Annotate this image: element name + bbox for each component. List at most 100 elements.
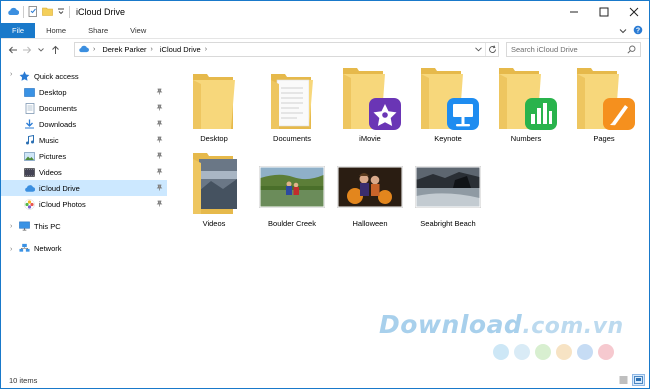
- ribbon-tabs: File Home Share View ?: [1, 23, 649, 39]
- watermark-logo: Download.com.vn: [379, 310, 624, 339]
- folder-pages[interactable]: Pages: [565, 66, 643, 144]
- tab-home[interactable]: Home: [35, 23, 77, 38]
- watermark-brand: Download: [379, 310, 523, 339]
- pin-icon[interactable]: [156, 168, 163, 177]
- file-halloween[interactable]: Halloween: [331, 151, 409, 229]
- pin-icon[interactable]: [156, 200, 163, 209]
- tile-label: Numbers: [510, 134, 542, 143]
- nav-item-music[interactable]: Music: [1, 132, 167, 148]
- folder-keynote[interactable]: Keynote: [409, 66, 487, 144]
- recent-locations-button[interactable]: [34, 41, 48, 59]
- nav-item-label: iCloud Drive: [39, 183, 80, 193]
- watermark-dot: [535, 344, 551, 360]
- desktop-icon: [24, 87, 35, 97]
- view-toggle: [617, 374, 645, 386]
- search-input[interactable]: Search iCloud Drive: [506, 42, 641, 57]
- search-placeholder: Search iCloud Drive: [511, 45, 578, 54]
- nav-item-documents[interactable]: Documents: [1, 100, 167, 116]
- pin-icon[interactable]: [156, 184, 163, 193]
- nav-network[interactable]: Network: [1, 240, 167, 256]
- music-icon: [24, 135, 35, 145]
- address-dropdown-button[interactable]: [472, 43, 484, 56]
- pin-icon[interactable]: [156, 104, 163, 113]
- videos-icon: [24, 167, 35, 177]
- watermark-dot: [556, 344, 572, 360]
- icloud-drive-icon: [78, 45, 89, 55]
- pin-icon[interactable]: [156, 136, 163, 145]
- window-controls: [559, 1, 649, 23]
- tile-label: Halloween: [352, 219, 388, 228]
- nav-item-videos[interactable]: Videos: [1, 164, 167, 180]
- minimize-button[interactable]: [559, 1, 589, 23]
- tile-label: Desktop: [200, 134, 228, 143]
- tile-label: iMovie: [359, 134, 381, 143]
- tile-label: Videos: [202, 219, 226, 228]
- folder-videos[interactable]: Videos: [175, 151, 253, 229]
- folder-imovie[interactable]: iMovie: [331, 66, 409, 144]
- tab-file[interactable]: File: [1, 23, 36, 38]
- quick-access-toolbar: [7, 1, 70, 23]
- nav-item-icloud-photos[interactable]: iCloud Photos: [1, 196, 167, 212]
- nav-item-label: Videos: [39, 167, 62, 177]
- nav-item-label: Network: [34, 243, 62, 253]
- folder-desktop[interactable]: Desktop: [175, 66, 253, 144]
- watermark-dot: [493, 344, 509, 360]
- nav-item-label: iCloud Photos: [39, 199, 86, 209]
- folder-numbers[interactable]: Numbers: [487, 66, 565, 144]
- breadcrumb-separator: ›: [93, 46, 96, 53]
- icloud-drive-icon: [7, 7, 20, 18]
- nav-item-label: Pictures: [39, 151, 67, 161]
- file-boulder-creek[interactable]: Boulder Creek: [253, 151, 331, 229]
- breadcrumb-icloud-drive[interactable]: iCloud Drive: [160, 45, 201, 54]
- maximize-button[interactable]: [589, 1, 619, 23]
- folder-icon: [343, 68, 401, 130]
- search-icon[interactable]: [627, 45, 636, 56]
- folder-icon: [421, 68, 479, 130]
- nav-item-icloud-drive[interactable]: iCloud Drive: [1, 180, 167, 196]
- nav-item-pictures[interactable]: Pictures: [1, 148, 167, 164]
- nav-item-label: This PC: [34, 221, 61, 231]
- properties-icon[interactable]: [28, 5, 38, 19]
- tab-view[interactable]: View: [119, 23, 157, 38]
- address-bar[interactable]: › Derek Parker › iCloud Drive ›: [74, 42, 499, 57]
- tab-share[interactable]: Share: [77, 23, 119, 38]
- watermark-dot: [598, 344, 614, 360]
- large-icons-view-button[interactable]: [632, 374, 645, 386]
- folder-icon: [193, 74, 235, 129]
- photo-thumbnail: [415, 166, 481, 208]
- item-count: 10 items: [9, 375, 38, 385]
- customize-toolbar-icon[interactable]: [57, 7, 65, 17]
- nav-item-downloads[interactable]: Downloads: [1, 116, 167, 132]
- icloud-icon: [24, 183, 35, 193]
- close-button[interactable]: [619, 1, 649, 23]
- expand-ribbon-icon[interactable]: [619, 27, 627, 36]
- breadcrumb-separator: ›: [204, 46, 208, 53]
- back-button[interactable]: [6, 41, 20, 59]
- folder-documents[interactable]: Documents: [253, 66, 331, 144]
- folder-icon: [193, 153, 237, 214]
- pin-icon[interactable]: [156, 120, 163, 129]
- file-seabright-beach[interactable]: Seabright Beach: [409, 151, 487, 229]
- pin-icon[interactable]: [156, 152, 163, 161]
- tile-label: Seabright Beach: [420, 219, 476, 228]
- tile-label: Pages: [593, 134, 615, 143]
- nav-item-desktop[interactable]: Desktop: [1, 84, 167, 100]
- forward-button[interactable]: [20, 41, 34, 59]
- nav-this-pc[interactable]: This PC: [1, 218, 167, 234]
- folder-icon: [271, 74, 313, 129]
- new-folder-icon[interactable]: [42, 6, 53, 18]
- nav-quick-access[interactable]: Quick access: [1, 68, 167, 84]
- up-button[interactable]: [48, 41, 62, 59]
- breadcrumb-separator: ›: [150, 46, 153, 53]
- pictures-icon: [24, 151, 35, 161]
- watermark-dot: [514, 344, 530, 360]
- watermark-dots: [493, 344, 614, 360]
- pin-icon[interactable]: [156, 88, 163, 97]
- refresh-button[interactable]: [485, 43, 498, 56]
- status-bar: 10 items: [1, 371, 649, 389]
- photo-thumbnail: [259, 166, 325, 208]
- photo-thumbnail: [337, 166, 403, 208]
- breadcrumb-derek-parker[interactable]: Derek Parker: [102, 45, 146, 54]
- help-icon[interactable]: ?: [633, 25, 643, 37]
- details-view-button[interactable]: [617, 374, 630, 386]
